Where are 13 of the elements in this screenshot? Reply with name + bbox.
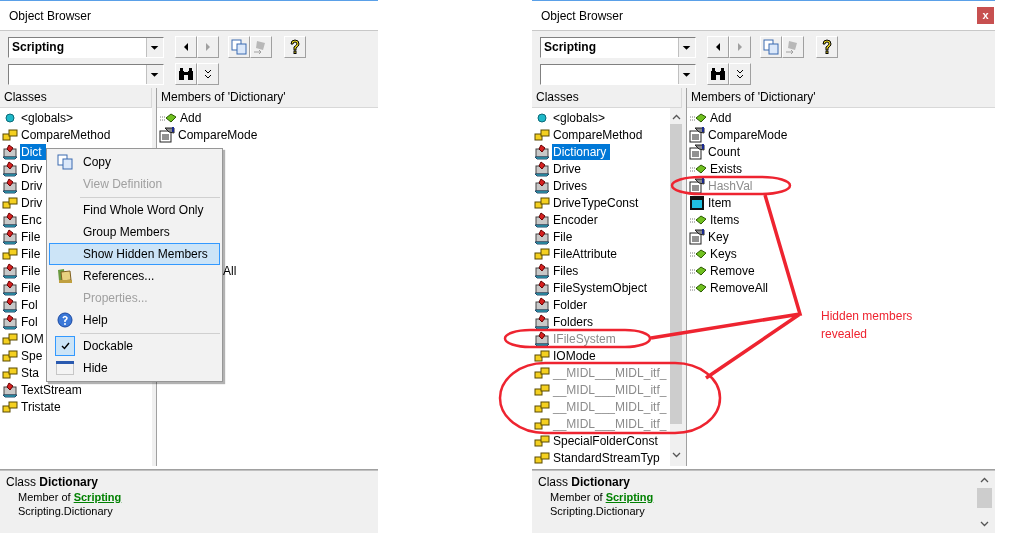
column-header: Members of 'Dictionary'	[687, 88, 995, 108]
member-of-text: Member of Scripting	[17, 490, 123, 504]
class-title: Class Dictionary	[6, 475, 100, 490]
member-of-text: Member of Scripting	[549, 490, 655, 504]
annotation-text: Hidden members revealed	[821, 308, 914, 343]
window-title: Object Browser	[541, 7, 624, 25]
column-header: Members of 'Dictionary'	[157, 88, 378, 108]
full-name-text: Scripting.Dictionary	[17, 504, 114, 518]
window-title: Object Browser	[9, 7, 92, 25]
column-header: Classes	[0, 88, 152, 108]
full-name-text: Scripting.Dictionary	[549, 504, 646, 518]
class-title: Class Dictionary	[538, 475, 632, 490]
column-header: Classes	[532, 88, 682, 108]
